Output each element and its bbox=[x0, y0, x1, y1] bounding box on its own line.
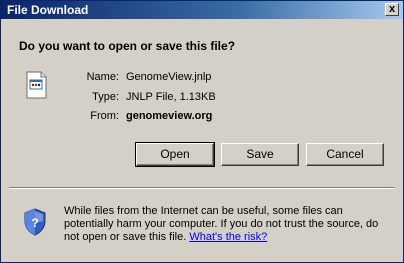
file-type-label: Type: bbox=[92, 91, 119, 103]
security-warning: While files from the Internet can be use… bbox=[64, 205, 394, 244]
open-button[interactable]: Open bbox=[135, 142, 215, 167]
file-from-label: From: bbox=[90, 110, 119, 122]
download-question: Do you want to open or save this file? bbox=[19, 39, 236, 53]
window-title: File Download bbox=[7, 3, 89, 17]
file-type-value: JNLP File, 1.13KB bbox=[126, 91, 216, 103]
security-shield-icon: ? bbox=[24, 208, 46, 236]
file-download-dialog: File Download x Do you want to open or s… bbox=[0, 0, 404, 263]
file-name-label: Name: bbox=[86, 71, 119, 83]
jnlp-file-icon bbox=[26, 71, 47, 99]
close-button[interactable]: x bbox=[385, 3, 399, 16]
title-bar[interactable]: File Download x bbox=[1, 1, 403, 19]
whats-the-risk-link[interactable]: What's the risk? bbox=[189, 231, 267, 243]
save-button[interactable]: Save bbox=[221, 143, 299, 166]
file-name-value: GenomeView.jnlp bbox=[126, 71, 212, 83]
separator bbox=[9, 187, 395, 189]
svg-text:?: ? bbox=[31, 216, 38, 230]
file-from-value: genomeview.org bbox=[126, 110, 213, 122]
cancel-button[interactable]: Cancel bbox=[306, 143, 384, 166]
